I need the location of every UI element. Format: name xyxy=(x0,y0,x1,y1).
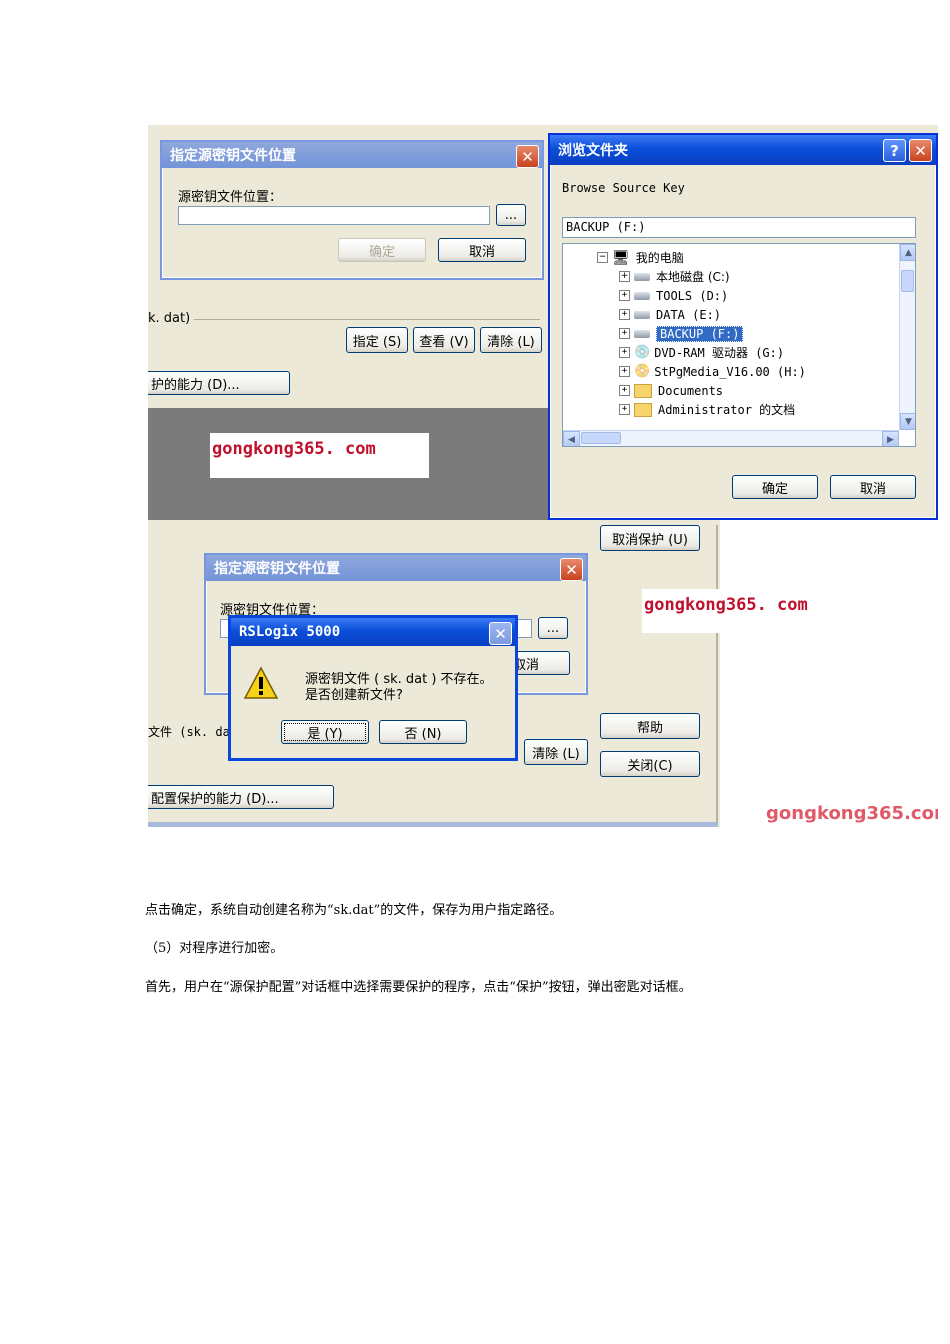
tree-item-label: Documents xyxy=(658,383,724,398)
tree-item-label: TOOLS (D:) xyxy=(656,288,729,303)
browse-folder-dialog: 浏览文件夹 ? ✕ Browse Source Key BACKUP (F:) … xyxy=(548,133,938,520)
tree-item-my-computer[interactable]: − 🖥 我的电脑 xyxy=(597,248,684,267)
scroll-right-icon[interactable]: ▶ xyxy=(882,431,899,446)
tree-item-label: 我的电脑 xyxy=(635,251,684,265)
expand-icon[interactable]: + xyxy=(619,328,630,339)
window-bottom-edge xyxy=(148,822,718,827)
drive-icon xyxy=(634,291,650,300)
drive-icon xyxy=(634,310,650,319)
tree-item-label: BACKUP (F:) xyxy=(656,325,744,342)
field-label: 源密钥文件位置： xyxy=(178,190,283,205)
paragraph-3: 首先，用户在“源保护配置”对话框中选择需要保护的程序，点击“保护”按钮，弹出密匙… xyxy=(145,980,692,995)
media-icon: 📀 xyxy=(634,364,651,379)
config-protect-button[interactable]: 配置保护的能力 (D)... xyxy=(148,785,334,809)
path-input[interactable]: BACKUP (F:) xyxy=(562,217,916,238)
watermark-text: gongkong365. com xyxy=(212,439,376,459)
view-button[interactable]: 查看 (V) xyxy=(413,327,475,353)
watermark-box: gongkong365. com xyxy=(210,433,429,478)
clear-button[interactable]: 清除 (L) xyxy=(480,327,542,353)
expand-icon[interactable]: + xyxy=(619,366,630,377)
window-edge xyxy=(716,525,718,827)
unprotect-button[interactable]: 取消保护 (U) xyxy=(600,525,700,551)
tree-item-c[interactable]: + 本地磁盘 (C:) xyxy=(619,267,730,286)
tree-item-f[interactable]: + BACKUP (F:) xyxy=(619,324,744,343)
watermark-text: gongkong365.com xyxy=(766,803,938,824)
no-button[interactable]: 否 (N) xyxy=(379,720,467,744)
scroll-down-icon[interactable]: ▼ xyxy=(900,413,915,430)
dialog-title: 指定源密钥文件位置 xyxy=(206,555,586,581)
assign-button[interactable]: 指定 (S) xyxy=(346,327,408,353)
expand-icon[interactable]: + xyxy=(619,404,630,415)
help-button[interactable]: 帮助 xyxy=(600,713,700,739)
file-text: k. dat) xyxy=(148,311,191,326)
vertical-scrollbar[interactable]: ▲ ▼ xyxy=(899,244,915,430)
paragraph-1: 点击确定，系统自动创建名称为“sk.dat”的文件，保存为用户指定路径。 xyxy=(145,903,563,918)
expand-icon[interactable]: + xyxy=(619,385,630,396)
file-text-lower: 文件 (sk. dat xyxy=(148,725,238,739)
divider xyxy=(194,319,540,320)
close-button[interactable]: 关闭(C) xyxy=(600,751,700,777)
tree-item-documents[interactable]: + Documents xyxy=(619,381,723,400)
tree-item-label: StPgMedia_V16.00 (H:) xyxy=(654,364,806,379)
expand-icon[interactable]: + xyxy=(619,271,630,282)
clear-button-lower[interactable]: 清除 (L) xyxy=(524,739,588,765)
dvd-icon: 💿 xyxy=(634,345,651,360)
close-icon[interactable]: ✕ xyxy=(909,139,932,162)
dialog-title: 指定源密钥文件位置 xyxy=(162,142,542,168)
close-icon[interactable]: ✕ xyxy=(560,558,583,581)
close-icon[interactable]: ✕ xyxy=(516,145,539,168)
expand-icon[interactable]: + xyxy=(619,309,630,320)
horizontal-scrollbar[interactable]: ◀ ▶ xyxy=(563,430,899,446)
message-title: RSLogix 5000 xyxy=(231,618,515,646)
watermark-box: gongkong365. com xyxy=(642,589,860,633)
tree-item-label: 本地磁盘 (C:) xyxy=(656,270,730,284)
scroll-up-icon[interactable]: ▲ xyxy=(900,244,915,261)
tree-item-h[interactable]: + 📀 StPgMedia_V16.00 (H:) xyxy=(619,362,806,381)
tree-item-label: DATA (E:) xyxy=(656,307,722,322)
tree-item-admin-docs[interactable]: + Administrator 的文档 xyxy=(619,400,795,419)
close-icon[interactable]: ✕ xyxy=(489,622,512,645)
warning-icon xyxy=(243,666,279,699)
folder-icon xyxy=(634,402,652,417)
rslogix-message-box: RSLogix 5000 ✕ 源密钥文件 ( sk. dat ) 不存在。 是否… xyxy=(228,615,518,761)
browse-ok-button[interactable]: 确定 xyxy=(732,475,818,499)
folder-icon xyxy=(634,383,652,398)
scroll-thumb[interactable] xyxy=(581,432,621,444)
tree-item-e[interactable]: + DATA (E:) xyxy=(619,305,721,324)
scroll-left-icon[interactable]: ◀ xyxy=(563,431,580,446)
browse-cancel-button[interactable]: 取消 xyxy=(830,475,916,499)
yes-button[interactable]: 是 (Y) xyxy=(281,720,369,744)
watermark-text: gongkong365. com xyxy=(644,595,808,615)
expand-icon[interactable]: + xyxy=(619,347,630,358)
paragraph-2: （5）对程序进行加密。 xyxy=(145,941,284,956)
tree-body: − 🖥 我的电脑 + 本地磁盘 (C:) + TOOLS (D:) + DATA… xyxy=(563,244,899,430)
screenshot-composite: k. dat) 指定 (S) 查看 (V) 清除 (L) 护的能力 (D)...… xyxy=(148,125,938,827)
scroll-thumb[interactable] xyxy=(901,270,914,292)
white-backdrop xyxy=(720,520,938,827)
tree-item-g[interactable]: + 💿 DVD-RAM 驱动器 (G:) xyxy=(619,343,784,362)
source-key-dialog: 指定源密钥文件位置 ✕ 源密钥文件位置： ... 确定 取消 xyxy=(160,140,544,280)
tree-item-d[interactable]: + TOOLS (D:) xyxy=(619,286,728,305)
expand-icon[interactable]: + xyxy=(619,290,630,301)
collapse-icon[interactable]: − xyxy=(597,252,608,263)
browse-title: 浏览文件夹 xyxy=(550,135,936,165)
protect-ability-button[interactable]: 护的能力 (D)... xyxy=(148,371,290,395)
tree-item-label: DVD-RAM 驱动器 (G:) xyxy=(654,346,785,360)
key-path-input[interactable] xyxy=(178,206,490,225)
drive-icon xyxy=(634,272,650,281)
browse-instruction: Browse Source Key xyxy=(562,181,685,195)
computer-icon: 🖥 xyxy=(612,249,630,266)
folder-tree: − 🖥 我的电脑 + 本地磁盘 (C:) + TOOLS (D:) + DATA… xyxy=(562,243,916,447)
message-line-2: 是否创建新文件? xyxy=(305,688,403,703)
browse-button[interactable]: ... xyxy=(538,617,568,639)
tree-item-label: Administrator 的文档 xyxy=(658,403,796,417)
drive-icon xyxy=(634,329,650,338)
ok-button[interactable]: 确定 xyxy=(338,238,426,262)
browse-button[interactable]: ... xyxy=(496,204,526,226)
cancel-button[interactable]: 取消 xyxy=(438,238,526,262)
help-icon[interactable]: ? xyxy=(883,139,906,162)
